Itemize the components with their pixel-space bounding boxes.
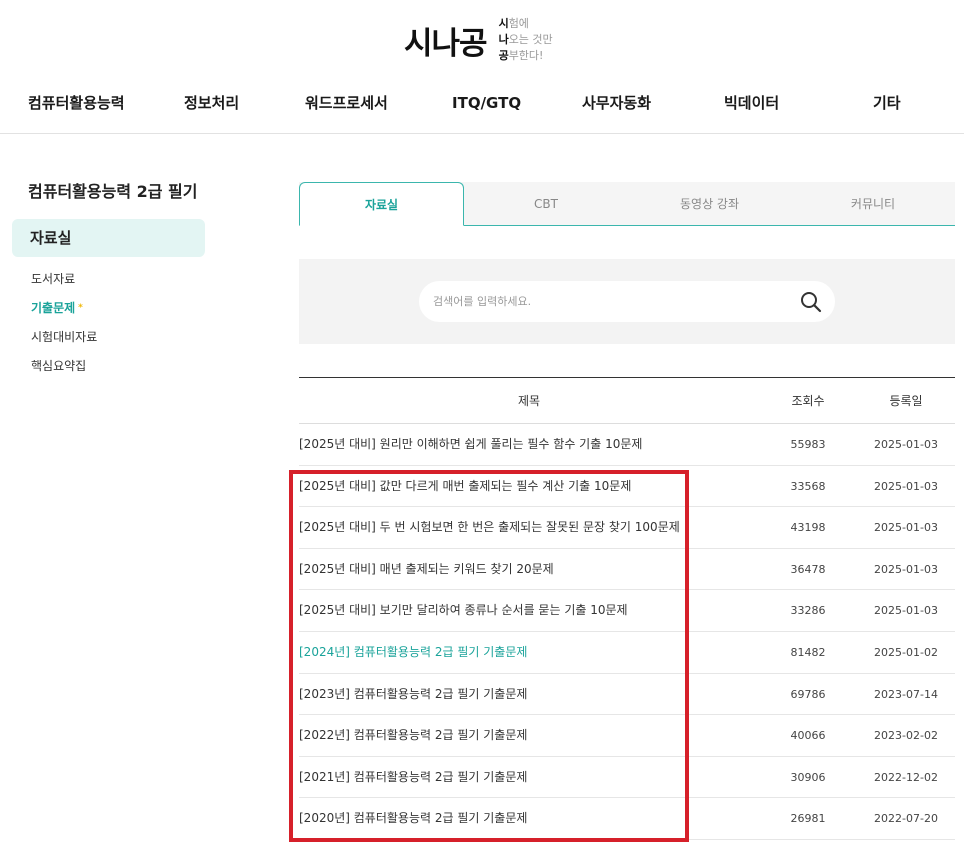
nav-item-office-automation[interactable]: 사무자동화 <box>582 86 651 120</box>
search-icon[interactable] <box>799 290 823 314</box>
post-date: 2025-01-03 <box>874 562 938 576</box>
view-count: 43198 <box>790 521 826 535</box>
post-date: 2025-01-03 <box>874 521 938 535</box>
search-input[interactable] <box>433 281 793 322</box>
table-row[interactable]: [2025년 대비] 값만 다르게 매번 출제되는 필수 계산 기출 10문제 3… <box>299 466 955 508</box>
view-count: 40066 <box>790 729 826 743</box>
view-count: 30906 <box>790 770 826 784</box>
post-date: 2023-07-14 <box>874 687 938 701</box>
sidebar-section-active[interactable]: 자료실 <box>12 219 205 257</box>
nav-item-word-processor[interactable]: 워드프로세서 <box>305 86 388 120</box>
nav-item-itq-gtq[interactable]: ITQ/GTQ <box>452 86 521 120</box>
view-count: 69786 <box>790 687 826 701</box>
tagline-line-1: 시험에 <box>498 17 529 30</box>
column-header-date: 등록일 <box>889 394 923 408</box>
post-title-link[interactable]: [2025년 대비] 보기만 달리하여 종류나 순서를 묻는 기출 10문제 <box>299 590 628 631</box>
table-row[interactable]: [2025년 대비] 보기만 달리하여 종류나 순서를 묻는 기출 10문제 33… <box>299 590 955 632</box>
sidebar-item-summary[interactable]: 핵심요약집 <box>31 355 97 384</box>
logo-text: 시나공 <box>404 25 488 62</box>
table-row[interactable]: [2020년] 컴퓨터활용능력 2급 필기 기출문제 26981 2022-07-2… <box>299 798 955 840</box>
post-title-link[interactable]: [2023년] 컴퓨터활용능력 2급 필기 기출문제 <box>299 674 527 715</box>
table-row[interactable]: [2022년] 컴퓨터활용능력 2급 필기 기출문제 40066 2023-02-0… <box>299 715 955 757</box>
post-date: 2025-01-03 <box>874 438 938 451</box>
view-count: 33568 <box>790 479 826 493</box>
search-area <box>299 259 955 344</box>
sidebar-item-prep-materials[interactable]: 시험대비자료 <box>31 326 97 355</box>
nav-item-bigdata[interactable]: 빅데이터 <box>724 86 779 120</box>
nav-item-etc[interactable]: 기타 <box>873 86 901 120</box>
view-count: 36478 <box>790 562 826 576</box>
sidebar-item-books[interactable]: 도서자료 <box>31 268 97 297</box>
table-row[interactable]: [2024년] 컴퓨터활용능력 2급 필기 기출문제 81482 2025-01-0… <box>299 632 955 674</box>
post-date: 2022-07-20 <box>874 812 938 826</box>
post-date: 2022-12-02 <box>874 770 938 784</box>
post-date: 2025-01-03 <box>874 604 938 618</box>
view-count: 81482 <box>790 645 826 659</box>
post-title-link[interactable]: [2025년 대비] 매년 출제되는 키워드 찾기 20문제 <box>299 549 554 590</box>
post-table: 제목 조회수 등록일 [2025년 대비] 원리만 이해하면 쉽게 풀리는 필수… <box>299 377 955 840</box>
tagline-line-2: 나오는 것만 <box>498 33 553 46</box>
nav-item-info-processing[interactable]: 정보처리 <box>184 86 239 120</box>
table-row[interactable]: [2025년 대비] 원리만 이해하면 쉽게 풀리는 필수 함수 기출 10문제… <box>299 424 955 466</box>
tagline-line-3: 공부한다! <box>498 49 544 62</box>
table-header: 제목 조회수 등록일 <box>299 377 955 424</box>
column-header-views: 조회수 <box>791 394 825 408</box>
post-title-link[interactable]: [2022년] 컴퓨터활용능력 2급 필기 기출문제 <box>299 715 527 756</box>
post-date: 2025-01-03 <box>874 479 938 493</box>
view-count: 33286 <box>790 604 826 618</box>
nav-item-computer[interactable]: 컴퓨터활용능력 <box>28 86 125 120</box>
post-date: 2025-01-02 <box>874 645 938 659</box>
view-count: 55983 <box>790 438 826 451</box>
post-title-link[interactable]: [2021년] 컴퓨터활용능력 2급 필기 기출문제 <box>299 757 527 798</box>
sidebar-item-past-exams[interactable]: 기출문제 * <box>31 297 97 326</box>
table-row[interactable]: [2025년 대비] 두 번 시험보면 한 번은 출제되는 잘못된 문장 찾기 … <box>299 507 955 549</box>
post-title-link[interactable]: [2024년] 컴퓨터활용능력 2급 필기 기출문제 <box>299 632 527 673</box>
table-row[interactable]: [2023년] 컴퓨터활용능력 2급 필기 기출문제 69786 2023-07-1… <box>299 674 955 716</box>
table-body: [2025년 대비] 원리만 이해하면 쉽게 풀리는 필수 함수 기출 10문제… <box>299 424 955 840</box>
sidebar-menu: 도서자료 기출문제 * 시험대비자료 핵심요약집 <box>31 268 97 384</box>
table-row[interactable]: [2025년 대비] 매년 출제되는 키워드 찾기 20문제 36478 2025-… <box>299 549 955 591</box>
tab-community[interactable]: 커뮤니티 <box>791 182 955 226</box>
post-title-link[interactable]: [2025년 대비] 두 번 시험보면 한 번은 출제되는 잘못된 문장 찾기 … <box>299 507 680 548</box>
main-nav: 컴퓨터활용능력 정보처리 워드프로세서 ITQ/GTQ 사무자동화 빅데이터 기… <box>0 86 964 120</box>
view-count: 26981 <box>790 812 826 826</box>
site-header: 시나공 시험에 나오는 것만 공부한다! 컴퓨터활용능력 정보처리 워드프로세서… <box>0 0 964 134</box>
tab-archive[interactable]: 자료실 <box>299 182 464 226</box>
logo-tagline: 시험에 나오는 것만 공부한다! <box>499 16 553 64</box>
current-marker: * <box>78 303 83 313</box>
table-row[interactable]: [2021년] 컴퓨터활용능력 2급 필기 기출문제 30906 2022-12-0… <box>299 757 955 799</box>
tab-video-lectures[interactable]: 동영상 강좌 <box>628 182 791 226</box>
site-logo[interactable]: 시나공 시험에 나오는 것만 공부한다! <box>404 14 553 66</box>
post-title-link[interactable]: [2025년 대비] 값만 다르게 매번 출제되는 필수 계산 기출 10문제 <box>299 466 631 507</box>
post-title-link[interactable]: [2025년 대비] 원리만 이해하면 쉽게 풀리는 필수 함수 기출 10문제 <box>299 424 642 465</box>
column-header-title: 제목 <box>517 394 541 408</box>
sidebar-title: 컴퓨터활용능력 2급 필기 <box>28 182 198 201</box>
post-title-link[interactable]: [2020년] 컴퓨터활용능력 2급 필기 기출문제 <box>299 798 527 839</box>
search-bar <box>419 281 835 322</box>
tab-cbt[interactable]: CBT <box>464 182 628 226</box>
post-date: 2023-02-02 <box>874 729 938 743</box>
content-tabs: 자료실 CBT 동영상 강좌 커뮤니티 <box>299 182 955 226</box>
